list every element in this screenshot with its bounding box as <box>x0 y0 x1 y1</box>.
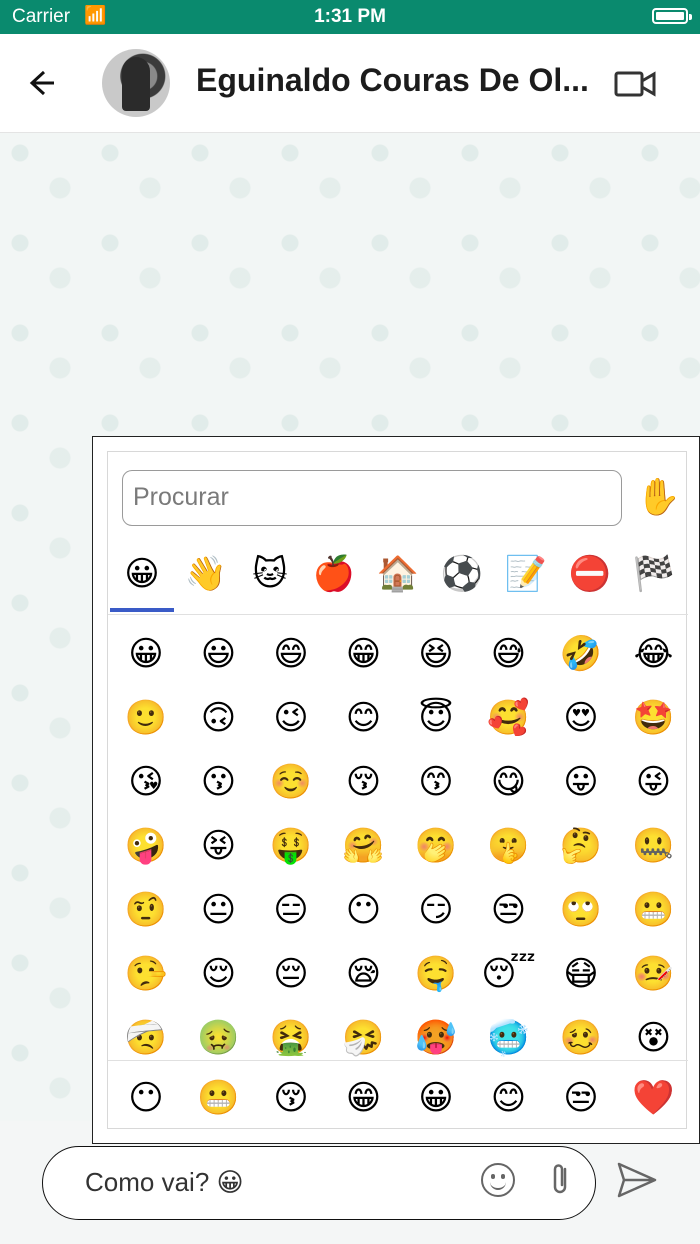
emoji-cell[interactable]: 😗 <box>183 750 255 814</box>
divider <box>108 1060 688 1061</box>
skin-tone-selector[interactable]: ✋ <box>636 476 681 518</box>
emoji-cell[interactable]: 😙 <box>400 750 472 814</box>
emoji-cell[interactable]: 😐 <box>183 878 255 942</box>
emoji-picker-panel: Procurar ✋ 😀 👋 🐱 🍎 🏠 ⚽ 📝 ⛔ 🏁 😀 😃 😄 😁 😆 😅 🤣 😂 🙂 🙃 😉… <box>107 451 690 1130</box>
emoji-cell[interactable]: 🤤 <box>400 942 472 1006</box>
emoji-cell[interactable]: 😄 <box>255 622 327 686</box>
tab-people[interactable]: 👋 <box>174 554 238 594</box>
emoji-cell[interactable]: 😬 <box>618 878 690 942</box>
emoji-cell[interactable]: 😛 <box>545 750 617 814</box>
emoji-picker: Procurar ✋ 😀 👋 🐱 🍎 🏠 ⚽ 📝 ⛔ 🏁 😀 😃 😄 😁 😆 😅 🤣 😂 🙂 🙃 😉… <box>92 436 700 1144</box>
tab-travel[interactable]: 🏠 <box>366 554 430 594</box>
emoji-cell[interactable]: 😀 <box>110 622 182 686</box>
emoji-cell[interactable]: 😉 <box>255 686 327 750</box>
emoji-cell[interactable]: 😪 <box>328 942 400 1006</box>
video-call-icon[interactable] <box>614 70 656 98</box>
emoji-cell[interactable]: 😌 <box>183 942 255 1006</box>
emoji-cell[interactable]: 😚 <box>328 750 400 814</box>
emoji-cell[interactable]: 😶 <box>328 878 400 942</box>
tab-objects[interactable]: 📝 <box>494 554 558 594</box>
emoji-cell[interactable]: 😃 <box>183 622 255 686</box>
recent-emoji-cell[interactable]: 😶 <box>110 1066 182 1130</box>
tab-food[interactable]: 🍎 <box>302 554 366 594</box>
emoji-cell[interactable]: 😍 <box>545 686 617 750</box>
tab-smileys[interactable]: 😀 <box>110 554 174 594</box>
emoji-cell[interactable]: 😒 <box>473 878 545 942</box>
battery-icon <box>652 8 692 24</box>
message-composer: Como vai? 😀 <box>0 1144 700 1244</box>
emoji-cell[interactable]: 🤗 <box>328 814 400 878</box>
emoji-cell[interactable]: 😂 <box>618 622 690 686</box>
emoji-cell[interactable]: 🙄 <box>545 878 617 942</box>
avatar[interactable] <box>102 49 170 117</box>
recent-emoji-cell[interactable]: 😁 <box>328 1066 400 1130</box>
tab-activities[interactable]: ⚽ <box>430 554 494 594</box>
emoji-cell[interactable]: 😜 <box>618 750 690 814</box>
emoji-cell[interactable]: 🤪 <box>110 814 182 878</box>
emoji-cell[interactable]: 😋 <box>473 750 545 814</box>
back-arrow-icon[interactable] <box>24 66 60 102</box>
emoji-cell[interactable]: 😊 <box>328 686 400 750</box>
emoji-cell[interactable]: 😆 <box>400 622 472 686</box>
emoji-cell[interactable]: 😘 <box>110 750 182 814</box>
emoji-category-tabs: 😀 👋 🐱 🍎 🏠 ⚽ 📝 ⛔ 🏁 <box>108 548 688 614</box>
emoji-cell[interactable]: 😔 <box>255 942 327 1006</box>
recent-emoji-cell[interactable]: 😀 <box>400 1066 472 1130</box>
emoji-cell[interactable]: 😅 <box>473 622 545 686</box>
contact-name[interactable]: Eguinaldo Couras De Ol... <box>196 62 588 99</box>
status-bar: Carrier 📶 1:31 PM <box>0 0 700 34</box>
send-icon[interactable] <box>616 1160 658 1200</box>
emoji-cell[interactable]: 🤑 <box>255 814 327 878</box>
emoji-cell[interactable]: 🤐 <box>618 814 690 878</box>
emoji-cell[interactable]: 😑 <box>255 878 327 942</box>
recent-emoji-cell[interactable]: 😚 <box>255 1066 327 1130</box>
recent-emoji-cell[interactable]: ❤️ <box>618 1066 690 1130</box>
active-tab-indicator <box>110 608 174 612</box>
emoji-cell[interactable]: 😇 <box>400 686 472 750</box>
paperclip-icon[interactable] <box>549 1161 571 1206</box>
chat-header: Eguinaldo Couras De Ol... <box>0 34 700 133</box>
tab-animals[interactable]: 🐱 <box>238 554 302 594</box>
emoji-cell[interactable]: 🤒 <box>618 942 690 1006</box>
emoji-cell[interactable]: 🤔 <box>545 814 617 878</box>
emoji-cell[interactable]: 🤭 <box>400 814 472 878</box>
emoji-cell[interactable]: 🙂 <box>110 686 182 750</box>
emoji-cell[interactable]: 🙃 <box>183 686 255 750</box>
emoji-cell[interactable]: 😁 <box>328 622 400 686</box>
message-text: Como vai? 😀 <box>85 1167 244 1197</box>
recent-emoji-cell[interactable]: 😬 <box>183 1066 255 1130</box>
emoji-cell[interactable]: 😷 <box>545 942 617 1006</box>
emoji-cell[interactable]: 🤥 <box>110 942 182 1006</box>
emoji-search-input[interactable]: Procurar <box>122 470 622 526</box>
emoji-cell[interactable]: 😴 <box>473 942 545 1006</box>
recent-emoji-cell[interactable]: 😒 <box>545 1066 617 1130</box>
emoji-cell[interactable]: 🤨 <box>110 878 182 942</box>
emoji-cell[interactable]: 😝 <box>183 814 255 878</box>
tab-flags[interactable]: 🏁 <box>622 554 686 594</box>
divider <box>108 614 688 615</box>
clock: 1:31 PM <box>314 6 386 27</box>
emoji-cell[interactable]: 🤫 <box>473 814 545 878</box>
emoji-cell[interactable]: 🤣 <box>545 622 617 686</box>
emoji-cell[interactable]: 🤩 <box>618 686 690 750</box>
emoji-cell[interactable]: 😏 <box>400 878 472 942</box>
smiley-icon[interactable] <box>481 1163 515 1197</box>
recent-emoji-cell[interactable]: 😊 <box>473 1066 545 1130</box>
emoji-cell[interactable]: ☺️ <box>255 750 327 814</box>
emoji-cell[interactable]: 🥰 <box>473 686 545 750</box>
tab-symbols[interactable]: ⛔ <box>558 554 622 594</box>
message-input[interactable]: Como vai? 😀 <box>42 1146 596 1220</box>
